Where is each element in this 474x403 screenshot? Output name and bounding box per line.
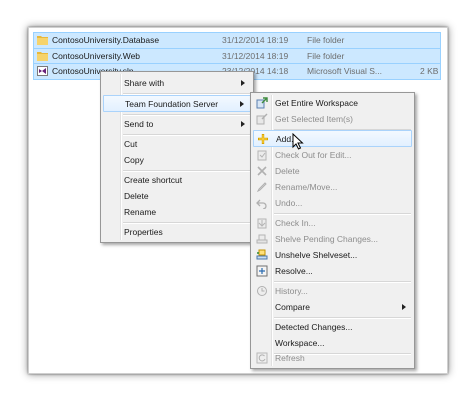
menu-item-label: Properties: [124, 227, 163, 237]
solution-file-icon: [37, 66, 48, 76]
unshelve-icon: [256, 249, 268, 260]
menu-item-shelve-pending-changes[interactable]: Shelve Pending Changes...: [253, 231, 412, 247]
menu-item-label: Get Selected Item(s): [275, 114, 353, 124]
menu-item-add[interactable]: Add...: [253, 130, 412, 147]
delete-icon: [257, 166, 267, 176]
file-date: 31/12/2014 18:19: [222, 50, 289, 61]
menu-item-cut[interactable]: Cut: [103, 136, 251, 152]
refresh-icon: [256, 352, 268, 364]
file-size: 2 KB: [420, 66, 439, 76]
menu-item-create-shortcut[interactable]: Create shortcut: [103, 172, 251, 188]
rename-icon: [256, 182, 267, 193]
chevron-right-icon: [402, 304, 406, 310]
menu-item-detected-changes[interactable]: Detected Changes...: [253, 319, 412, 335]
menu-item-rename-move[interactable]: Rename/Move...: [253, 179, 412, 195]
menu-item-copy[interactable]: Copy: [103, 152, 251, 168]
resolve-icon: [256, 265, 268, 277]
add-icon: [258, 134, 268, 144]
menu-item-compare[interactable]: Compare: [253, 299, 412, 315]
menu-item-history[interactable]: History...: [253, 283, 412, 299]
menu-item-send-to[interactable]: Send to: [103, 116, 251, 132]
menu-item-rename[interactable]: Rename: [103, 204, 251, 220]
file-type: File folder: [307, 35, 345, 45]
menu-item-refresh[interactable]: Refresh: [253, 351, 412, 365]
menu-item-label: Resolve...: [275, 266, 313, 276]
menu-item-properties[interactable]: Properties: [103, 224, 251, 240]
menu-item-label: Check In...: [275, 218, 316, 228]
tfs-submenu: Get Entire Workspace Get Selected Item(s…: [250, 92, 415, 369]
folder-icon: [37, 36, 48, 45]
context-menu: Share with Team Foundation Server Send t…: [100, 71, 254, 243]
menu-item-label: Send to: [124, 119, 154, 129]
menu-item-label: Refresh: [275, 353, 305, 363]
undo-icon: [256, 199, 267, 209]
menu-item-label: Create shortcut: [124, 175, 183, 185]
get-latest-icon: [256, 97, 268, 109]
file-type: File folder: [307, 50, 345, 61]
menu-item-label: Unshelve Shelveset...: [275, 250, 358, 260]
menu-item-label: History...: [275, 286, 308, 296]
menu-item-label: Delete: [275, 166, 300, 176]
history-icon: [257, 286, 267, 296]
file-row-database[interactable]: ContosoUniversity.Database 31/12/2014 18…: [33, 32, 441, 49]
mouse-cursor-icon: [292, 133, 304, 150]
menu-item-label: Check Out for Edit...: [275, 150, 352, 160]
menu-item-unshelve-shelveset[interactable]: Unshelve Shelveset...: [253, 247, 412, 263]
menu-item-get-entire-workspace[interactable]: Get Entire Workspace: [253, 95, 412, 111]
menu-item-label: Rename: [124, 207, 157, 217]
chevron-right-icon: [241, 121, 245, 127]
file-name: ContosoUniversity.Web: [52, 50, 141, 61]
menu-item-share-with[interactable]: Share with: [103, 75, 251, 91]
menu-item-resolve[interactable]: Resolve...: [253, 263, 412, 279]
file-name: ContosoUniversity.Database: [52, 35, 160, 45]
menu-item-check-in[interactable]: Check In...: [253, 215, 412, 231]
menu-item-label: Compare: [275, 302, 310, 312]
shelve-icon: [256, 234, 268, 244]
menu-item-delete[interactable]: Delete: [253, 163, 412, 179]
menu-item-delete[interactable]: Delete: [103, 188, 251, 204]
menu-item-label: Copy: [124, 155, 144, 165]
menu-item-get-selected-items[interactable]: Get Selected Item(s): [253, 111, 412, 127]
menu-item-label: Rename/Move...: [275, 182, 338, 192]
file-date: 31/12/2014 18:19: [222, 35, 289, 45]
check-out-icon: [257, 150, 267, 161]
menu-item-label: Team Foundation Server: [125, 99, 219, 109]
menu-item-label: Workspace...: [275, 338, 325, 348]
file-type: Microsoft Visual S...: [307, 66, 382, 76]
menu-item-label: Cut: [124, 139, 138, 149]
menu-item-label: Shelve Pending Changes...: [275, 234, 379, 244]
menu-item-undo[interactable]: Undo...: [253, 195, 412, 211]
menu-item-label: Undo...: [275, 198, 303, 208]
menu-item-label: Detected Changes...: [275, 322, 353, 332]
menu-item-label: Get Entire Workspace: [275, 98, 358, 108]
check-in-icon: [257, 218, 267, 229]
menu-item-label: Delete: [124, 191, 149, 201]
menu-item-team-foundation-server[interactable]: Team Foundation Server: [103, 95, 251, 112]
menu-item-label: Share with: [124, 78, 165, 88]
chevron-right-icon: [240, 101, 244, 107]
get-selected-icon: [256, 113, 268, 125]
file-row-web[interactable]: ContosoUniversity.Web 31/12/2014 18:19 F…: [33, 47, 441, 64]
menu-item-check-out-for-edit[interactable]: Check Out for Edit...: [253, 147, 412, 163]
folder-icon: [37, 51, 48, 61]
chevron-right-icon: [241, 80, 245, 86]
menu-item-workspace[interactable]: Workspace...: [253, 335, 412, 351]
